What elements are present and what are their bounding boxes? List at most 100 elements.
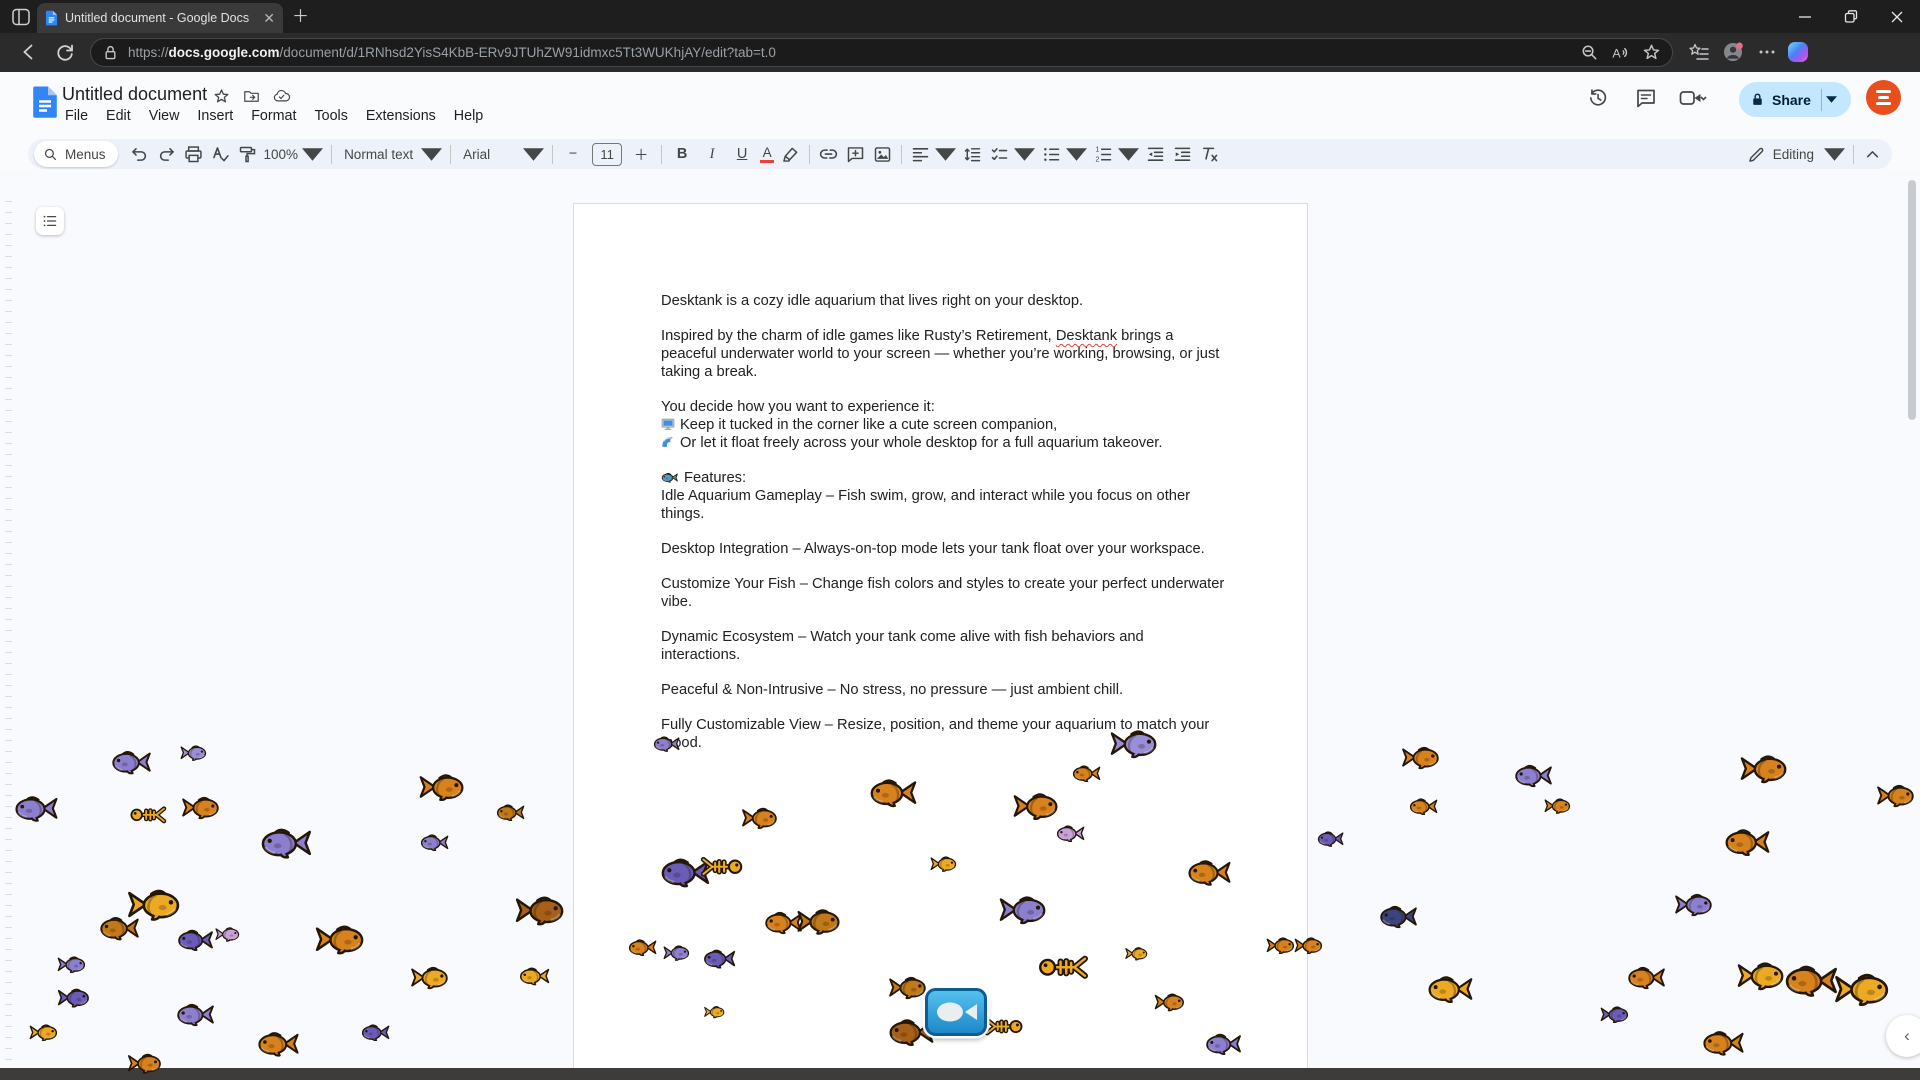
align-caret-icon [935, 144, 956, 165]
doc-line[interactable]: Keep it tucked in the corner like a cute… [661, 416, 1226, 434]
svg-text:1: 1 [1096, 146, 1100, 153]
editing-mode-select[interactable]: Editing [1743, 141, 1848, 167]
show-document-tabs-button[interactable] [36, 207, 64, 235]
share-dropdown-caret-icon[interactable] [1826, 96, 1837, 103]
google-docs-icon[interactable] [32, 85, 58, 119]
underline-button[interactable]: U [727, 141, 757, 167]
document-text[interactable]: Desktank is a cozy idle aquarium that li… [574, 204, 1307, 752]
checklist-button[interactable] [986, 141, 1038, 167]
misspelled-word[interactable]: Desktank [1056, 328, 1117, 344]
bulleted-list-button[interactable] [1038, 141, 1090, 167]
add-comment-button[interactable] [842, 141, 869, 167]
favorite-star-icon[interactable] [1641, 42, 1662, 63]
meet-video-icon[interactable] [1678, 86, 1708, 110]
menus-button-label: Menus [65, 147, 106, 162]
menu-item-extensions[interactable]: Extensions [357, 105, 445, 127]
window-controls [1782, 0, 1920, 33]
spellcheck-button[interactable] [207, 141, 234, 167]
align-button[interactable] [907, 141, 959, 167]
paint-format-button[interactable] [234, 141, 261, 167]
text-color-button[interactable]: A [757, 141, 777, 167]
copilot-icon[interactable] [1788, 42, 1808, 62]
menu-item-view[interactable]: View [140, 105, 189, 127]
refresh-icon[interactable] [54, 41, 76, 63]
restore-button[interactable] [1828, 0, 1874, 33]
increase-font-size-button[interactable]: ＋ [626, 141, 656, 167]
menu-item-file[interactable]: File [56, 105, 97, 127]
close-button[interactable] [1874, 0, 1920, 33]
bluefish-emoji-icon [661, 472, 679, 483]
favorites-list-icon[interactable] [1688, 41, 1710, 63]
menu-item-help[interactable]: Help [445, 105, 492, 127]
version-history-icon[interactable] [1586, 86, 1610, 110]
move-to-folder-icon[interactable] [242, 87, 261, 106]
doc-line[interactable]: Dynamic Ecosystem – Watch your tank come… [661, 628, 1226, 664]
menu-item-insert[interactable]: Insert [188, 105, 242, 127]
undo-button[interactable] [126, 141, 153, 167]
font-select[interactable]: Arial [456, 141, 547, 167]
cloud-saved-icon[interactable] [272, 87, 291, 106]
zoom-select[interactable]: 100% [261, 141, 327, 167]
pencil-icon [1746, 144, 1767, 165]
italic-button[interactable]: I [697, 141, 727, 167]
line-spacing-button[interactable] [959, 141, 986, 167]
numbered-list-button[interactable]: 12 [1090, 141, 1142, 167]
paragraph-style-select[interactable]: Normal text [337, 141, 445, 167]
share-divider [1821, 89, 1822, 111]
doc-line[interactable]: Features: [661, 469, 1226, 487]
doc-line[interactable]: Or let it float freely across your whole… [661, 434, 1226, 452]
doc-line[interactable]: Desktop Integration – Always-on-top mode… [661, 540, 1226, 558]
settings-dots-icon[interactable] [1756, 41, 1778, 63]
decrease-indent-button[interactable] [1142, 141, 1169, 167]
docs-header: Untitled document FileEditViewInsertForm… [0, 72, 1920, 137]
document-title[interactable]: Untitled document [62, 84, 207, 105]
desktank-app-button[interactable] [925, 988, 987, 1036]
monitor-emoji-icon [661, 417, 675, 431]
workspaces-icon[interactable] [10, 6, 32, 28]
doc-line[interactable]: Customize Your Fish – Change fish colors… [661, 575, 1226, 611]
share-button[interactable]: Share [1739, 82, 1851, 117]
profile-avatar-icon[interactable] [1722, 41, 1744, 63]
tab-close-icon[interactable]: ✕ [263, 10, 275, 27]
redo-button[interactable] [153, 141, 180, 167]
vertical-scrollbar[interactable] [1908, 180, 1916, 420]
clear-formatting-button[interactable] [1196, 141, 1223, 167]
highlight-color-button[interactable] [777, 141, 804, 167]
decrease-font-size-button[interactable]: − [558, 141, 588, 167]
vertical-ruler [5, 201, 12, 1061]
star-document-icon[interactable] [212, 87, 231, 106]
doc-line[interactable]: Inspired by the charm of idle games like… [661, 327, 1226, 381]
increase-indent-button[interactable] [1169, 141, 1196, 167]
new-tab-button[interactable]: ＋ [292, 8, 309, 25]
doc-line[interactable]: Peaceful & Non-Intrusive – No stress, no… [661, 681, 1226, 699]
svg-text:A: A [1612, 46, 1621, 60]
menu-item-format[interactable]: Format [242, 105, 305, 127]
menus-search-button[interactable]: Menus [34, 141, 118, 167]
doc-line[interactable]: Idle Aquarium Gameplay – Fish swim, grow… [661, 487, 1226, 523]
doc-line[interactable]: You decide how you want to experience it… [661, 398, 1226, 416]
menu-item-edit[interactable]: Edit [97, 105, 140, 127]
lock-icon[interactable] [101, 43, 120, 62]
show-side-panel-button[interactable]: ‹ [1886, 1015, 1920, 1057]
wave-emoji-icon [661, 435, 675, 449]
doc-line[interactable]: Desktank is a cozy idle aquarium that li… [661, 292, 1226, 310]
user-avatar[interactable] [1866, 80, 1901, 115]
document-page[interactable]: Desktank is a cozy idle aquarium that li… [573, 203, 1308, 1080]
zoom-out-icon[interactable] [1579, 42, 1600, 63]
browser-tab[interactable]: Untitled document - Google Docs ✕ [37, 3, 283, 33]
print-button[interactable] [180, 141, 207, 167]
bullets-caret-icon [1066, 144, 1087, 165]
doc-line[interactable]: Fully Customizable View – Resize, positi… [661, 716, 1226, 752]
read-aloud-icon[interactable]: A [1610, 42, 1631, 63]
back-icon[interactable] [18, 41, 40, 63]
minimize-button[interactable] [1782, 0, 1828, 33]
bold-button[interactable]: B [667, 141, 697, 167]
address-bar[interactable]: https://docs.google.com/document/d/1RNhs… [90, 38, 1673, 67]
insert-image-button[interactable] [869, 141, 896, 167]
insert-link-button[interactable] [815, 141, 842, 167]
menu-item-tools[interactable]: Tools [305, 105, 356, 127]
comments-icon[interactable] [1634, 86, 1658, 110]
font-size-input[interactable]: 11 [592, 143, 622, 166]
hide-menus-button[interactable] [1859, 141, 1886, 167]
zoom-caret-icon [302, 144, 323, 165]
